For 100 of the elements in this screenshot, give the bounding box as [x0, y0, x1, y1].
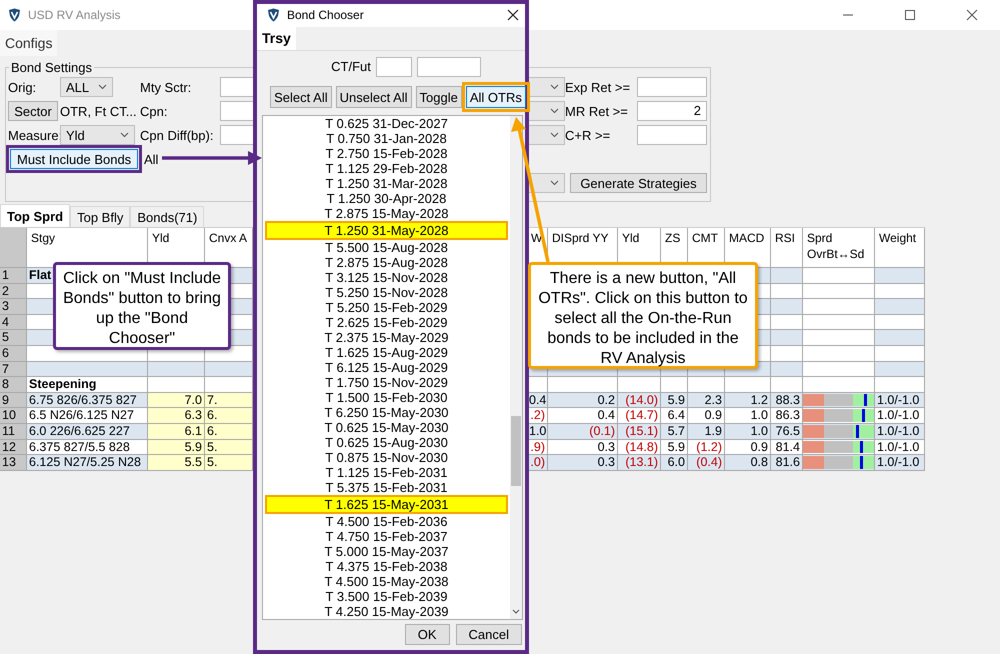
close-icon[interactable]: [507, 9, 519, 22]
row-number: 2: [0, 284, 27, 300]
list-item[interactable]: T 2.875 15-Aug-2028: [267, 254, 506, 270]
sector-value: OTR, Ft CT...: [60, 104, 138, 118]
chevron-icon: [550, 180, 559, 186]
row-number: 9: [0, 392, 27, 408]
list-item[interactable]: T 4.250 15-May-2039: [267, 604, 506, 619]
dropdown[interactable]: ALL: [60, 77, 113, 97]
toolbar-button[interactable]: Unselect All: [336, 86, 412, 108]
tab[interactable]: Top Sprd: [0, 204, 70, 227]
list-item[interactable]: T 2.375 15-May-2029: [267, 330, 506, 345]
tab[interactable]: Trsy: [257, 26, 296, 50]
field-label: Orig:: [8, 80, 38, 94]
scrollbar-thumb[interactable]: [511, 416, 521, 486]
scroll-down-icon[interactable]: [512, 608, 520, 615]
input-field[interactable]: [637, 125, 707, 145]
table-cell: 0.8: [725, 455, 771, 471]
tab[interactable]: Top Bfly: [70, 206, 130, 227]
list-item[interactable]: T 5.375 15-Feb-2031: [267, 480, 506, 495]
list-item[interactable]: T 5.000 15-May-2037: [267, 544, 506, 559]
list-item[interactable]: T 1.125 29-Feb-2028: [267, 160, 506, 176]
list-item[interactable]: T 1.625 15-May-2031: [265, 494, 508, 514]
must-include-value: All: [143, 152, 158, 166]
list-item[interactable]: T 5.500 15-Aug-2028: [267, 240, 506, 255]
input-field[interactable]: [376, 56, 412, 77]
table-cell: 6.: [205, 408, 253, 424]
list-item[interactable]: T 1.250 31-May-2028: [265, 220, 508, 240]
dialog-button[interactable]: OK: [404, 624, 450, 646]
field-label: Mty Sctr:: [140, 80, 192, 94]
row-number: 3: [0, 299, 27, 315]
list-item[interactable]: T 2.625 15-Feb-2029: [267, 314, 506, 330]
tab[interactable]: Bonds(71): [130, 206, 204, 227]
list-item[interactable]: T 3.500 15-Feb-2039: [267, 588, 506, 604]
toolbar-button[interactable]: Toggle: [416, 86, 462, 108]
table-cell: 6.: [205, 424, 253, 440]
field-label: CT/Fut: [331, 59, 371, 74]
maximize-icon[interactable]: [904, 9, 916, 21]
table-cell: (15.1): [618, 424, 661, 440]
list-item[interactable]: T 4.375 15-Feb-2038: [267, 558, 506, 574]
row-number: 6: [0, 346, 27, 362]
input-field[interactable]: 2: [637, 101, 707, 121]
table-cell: [771, 268, 803, 284]
list-item[interactable]: T 4.750 15-Feb-2037: [267, 528, 506, 544]
table-cell: 6.0: [661, 455, 688, 471]
list-item[interactable]: T 6.125 15-Aug-2029: [267, 360, 506, 375]
list-item[interactable]: T 6.250 15-May-2030: [267, 404, 506, 420]
field-label: Cpn:: [140, 104, 168, 118]
dropdown[interactable]: Yld: [60, 125, 135, 145]
chevron-icon: [550, 84, 559, 90]
column-header[interactable]: RSI: [771, 228, 803, 268]
input-field[interactable]: [416, 56, 481, 77]
shield-icon: [8, 8, 21, 22]
list-item[interactable]: T 0.625 31-Dec-2027: [267, 116, 506, 131]
generate-strategies-button[interactable]: Generate Strategies: [570, 173, 707, 193]
shield-icon: [267, 8, 280, 22]
list-item[interactable]: T 5.250 15-Feb-2029: [267, 300, 506, 315]
table-cell: 1.0/-1.0: [875, 424, 925, 440]
list-item[interactable]: T 1.250 31-Mar-2028: [267, 176, 506, 191]
row-number: 4: [0, 314, 27, 330]
row-number: 5: [0, 330, 27, 346]
close-icon[interactable]: [966, 9, 978, 21]
chevron-icon: [550, 108, 559, 114]
list-item[interactable]: T 1.750 15-Nov-2029: [267, 374, 506, 390]
callout-tooltip: There is a new button, "All OTRs". Click on this button to select all the On-the-Run bonds to be included in the RV Analysis: [528, 262, 758, 369]
table-cell: [875, 362, 925, 378]
sector-button[interactable]: Sector: [8, 101, 58, 121]
menu-item[interactable]: Configs: [0, 30, 58, 56]
list-item[interactable]: T 0.625 15-May-2030: [267, 420, 506, 435]
list-item[interactable]: T 1.625 15-Aug-2029: [267, 344, 506, 360]
list-item[interactable]: T 5.250 15-Nov-2028: [267, 284, 506, 300]
list-item[interactable]: T 3.125 15-Nov-2028: [267, 270, 506, 285]
table-cell: 1.0/-1.0: [875, 392, 925, 408]
table-cell: 1.0: [725, 424, 771, 440]
field-label: MR Ret >=: [565, 104, 629, 118]
toolbar-button[interactable]: Select All: [270, 86, 332, 108]
list-item[interactable]: T 2.875 15-May-2028: [267, 206, 506, 221]
list-item[interactable]: T 1.500 15-Feb-2030: [267, 390, 506, 405]
input-field[interactable]: [637, 77, 707, 97]
list-item[interactable]: T 1.250 30-Apr-2028: [267, 190, 506, 206]
table-cell: 6.1: [148, 424, 205, 440]
table-cell: [771, 362, 803, 378]
column-header[interactable]: Sprd OvrBt↔Sd: [803, 228, 875, 268]
row-number: 7: [0, 362, 27, 378]
table-cell: 5.5: [148, 455, 205, 471]
table-cell: 6.125 N27/5.25 N28: [27, 455, 148, 471]
field-label: Measure:: [8, 128, 60, 142]
field-label: Exp Ret >=: [565, 80, 632, 94]
scrollbar[interactable]: [510, 116, 522, 619]
table-cell: 6.75 826/6.375 827: [27, 392, 148, 408]
list-item[interactable]: T 4.500 15-May-2038: [267, 574, 506, 589]
list-item[interactable]: T 2.750 15-Feb-2028: [267, 146, 506, 161]
column-header[interactable]: Weight: [875, 228, 925, 268]
list-item[interactable]: T 0.625 15-Aug-2030: [267, 434, 506, 450]
dialog-button[interactable]: Cancel: [456, 624, 522, 646]
table-cell: [803, 284, 875, 300]
list-item[interactable]: T 4.500 15-Feb-2036: [267, 514, 506, 529]
list-item[interactable]: T 1.125 15-Feb-2031: [267, 464, 506, 480]
table-cell: [148, 362, 205, 378]
list-item[interactable]: T 0.875 15-Nov-2030: [267, 450, 506, 465]
list-item[interactable]: T 0.750 31-Jan-2028: [267, 130, 506, 146]
